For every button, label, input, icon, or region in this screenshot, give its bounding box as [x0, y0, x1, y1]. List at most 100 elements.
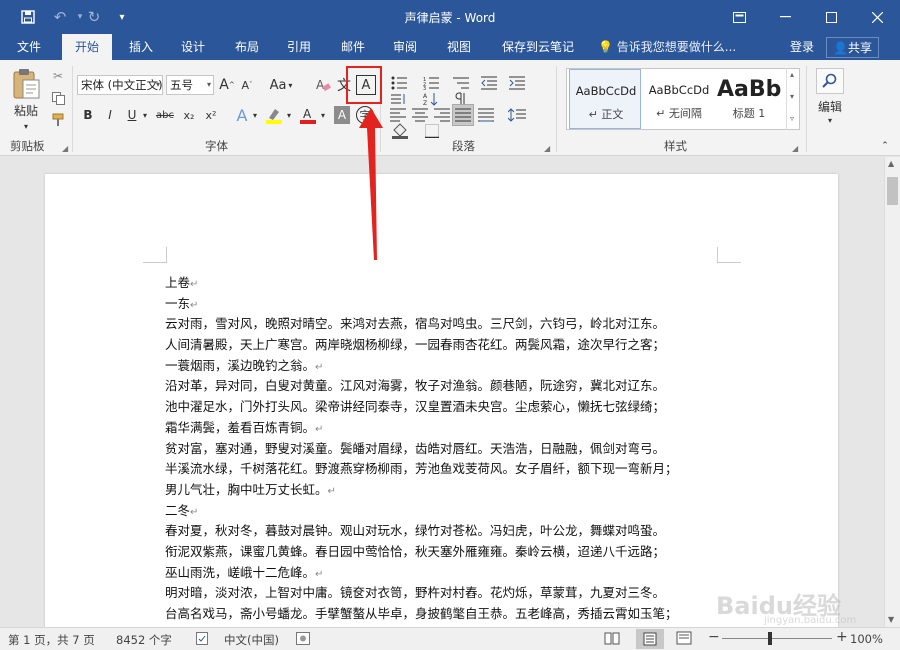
tab-review[interactable]: 审阅 — [380, 34, 430, 60]
style-heading-1[interactable]: AaBb 标题 1 — [713, 69, 785, 129]
strikethrough-button[interactable]: abc — [154, 106, 176, 124]
scroll-thumb[interactable] — [887, 177, 898, 205]
tell-me-text: 告诉我您想要做什么... — [616, 40, 737, 54]
doc-line: 一蓑烟雨，溪边晚钓之翁。↵ — [165, 357, 324, 373]
person-icon: 👤 — [833, 41, 848, 55]
tab-mailings[interactable]: 邮件 — [328, 34, 378, 60]
editing-label[interactable]: 编辑 — [812, 98, 848, 114]
font-size-value: 五号 — [170, 78, 193, 92]
tab-cloud-notes[interactable]: 保存到云笔记 — [492, 34, 584, 60]
language-status[interactable]: 中文(中国) — [224, 632, 279, 648]
document-page[interactable]: 上卷↵ 一东↵ 云对雨，雪对风，晚照对晴空。来鸿对去燕，宿鸟对鸣虫。三尺剑，六钧… — [45, 174, 838, 634]
proofing-icon[interactable] — [196, 632, 210, 648]
font-group-label: 字体 — [205, 139, 228, 153]
chevron-down-icon[interactable]: ▾ — [790, 92, 794, 101]
paste-label[interactable]: 粘贴 — [6, 102, 46, 118]
login-link[interactable]: 登录 — [790, 34, 814, 60]
paste-icon[interactable] — [8, 66, 44, 102]
maximize-button[interactable] — [808, 0, 854, 34]
zoom-slider[interactable] — [722, 638, 832, 639]
italic-button[interactable]: I — [102, 106, 118, 124]
word-count[interactable]: 8452 个字 — [116, 632, 172, 648]
cut-icon[interactable]: ✂ — [50, 68, 66, 84]
clear-formatting-icon[interactable]: A — [312, 74, 334, 96]
paste-dropdown-icon[interactable]: ▾ — [12, 120, 40, 132]
highlight-dropdown-icon[interactable]: ▾ — [284, 104, 294, 126]
paragraph-group-label: 段落 — [452, 139, 475, 153]
ribbon-divider — [72, 66, 73, 152]
scroll-up-icon[interactable]: ▲ — [888, 159, 894, 168]
font-size-select[interactable]: 五号 ▾ — [166, 75, 214, 95]
tab-file[interactable]: 文件 — [4, 34, 54, 60]
search-icon[interactable] — [816, 68, 844, 94]
minimize-button[interactable] — [762, 0, 808, 34]
distributed-icon[interactable] — [476, 106, 496, 124]
doc-line: 贫对富，塞对通，野叟对溪童。鬓皤对眉绿，齿皓对唇红。天浩浩，日融融，佩剑对弯弓。 — [165, 440, 666, 456]
tell-me-box[interactable]: 💡 告诉我您想要做什么... — [598, 34, 736, 60]
web-layout-icon[interactable] — [676, 631, 692, 648]
style-normal[interactable]: AaBbCcDd ↵ 正文 — [569, 69, 641, 129]
editing-dropdown-icon[interactable]: ▾ — [822, 114, 838, 126]
character-shading-icon[interactable]: A — [334, 106, 350, 124]
ribbon-display-icon[interactable] — [716, 0, 762, 34]
text-effects-icon[interactable]: A — [232, 104, 252, 126]
collapse-ribbon-icon[interactable]: ⌃ — [878, 140, 892, 152]
chevron-down-icon: ▾ — [155, 80, 160, 89]
underline-button[interactable]: U — [124, 106, 140, 124]
page-count[interactable]: 第 1 页，共 7 页 — [8, 632, 95, 648]
zoom-slider-thumb[interactable] — [768, 632, 772, 645]
justify-icon[interactable] — [452, 104, 474, 126]
document-body[interactable]: 上卷↵ 一东↵ 云对雨，雪对风，晚照对晴空。来鸿对去燕，宿鸟对鸣虫。三尺剑，六钧… — [165, 273, 725, 625]
tab-references[interactable]: 引用 — [274, 34, 324, 60]
doc-line: 沿对革，异对同，白叟对黄童。江风对海雾，牧子对渔翁。颜巷陋，阮途穷，冀北对辽东。 — [165, 378, 666, 394]
styles-gallery: AaBbCcDd ↵ 正文 AaBbCcDd ↵ 无间隔 AaBb 标题 1 — [566, 68, 800, 130]
tab-insert[interactable]: 插入 — [116, 34, 166, 60]
macro-record-icon[interactable] — [296, 632, 310, 648]
tab-home[interactable]: 开始 — [62, 34, 112, 60]
line-spacing-icon[interactable] — [506, 106, 528, 124]
styles-launcher-icon[interactable]: ◢ — [792, 144, 798, 153]
shrink-font-icon[interactable]: Aˇ — [238, 74, 256, 96]
more-styles-icon[interactable]: ▿ — [790, 114, 794, 123]
font-name-select[interactable]: 宋体 (中文正文) ▾ — [77, 75, 163, 95]
read-mode-icon[interactable] — [604, 631, 620, 648]
svg-text:A: A — [316, 78, 325, 92]
format-painter-icon[interactable] — [50, 112, 66, 128]
subscript-button[interactable]: x₂ — [180, 106, 198, 124]
tab-view[interactable]: 视图 — [434, 34, 484, 60]
tab-layout[interactable]: 布局 — [222, 34, 272, 60]
underline-dropdown-icon[interactable]: ▾ — [140, 106, 150, 124]
decrease-indent-icon[interactable] — [478, 74, 500, 92]
tab-design[interactable]: 设计 — [168, 34, 218, 60]
clipboard-launcher-icon[interactable]: ◢ — [62, 144, 68, 153]
grow-font-icon[interactable]: A ^ — [218, 74, 236, 96]
close-button[interactable] — [854, 0, 900, 34]
zoom-out-icon[interactable]: − — [708, 629, 720, 645]
bold-button[interactable]: B — [80, 106, 96, 124]
doc-line: 霜华满鬓，羞看百炼青铜。↵ — [165, 419, 324, 435]
highlight-icon[interactable] — [264, 104, 284, 126]
font-color-dropdown-icon[interactable]: ▾ — [318, 104, 328, 126]
ribbon-tabs: 文件 开始 插入 设计 布局 引用 邮件 审阅 视图 保存到云笔记 💡 告诉我您… — [0, 34, 900, 60]
zoom-in-icon[interactable]: + — [836, 629, 848, 645]
font-color-icon[interactable]: A — [298, 104, 318, 126]
change-case-button[interactable]: Aa ▾ — [266, 74, 296, 96]
style-no-spacing[interactable]: AaBbCcDd ↵ 无间隔 — [643, 69, 715, 129]
shading-icon[interactable] — [388, 122, 412, 140]
paragraph-launcher-icon[interactable]: ◢ — [544, 144, 550, 153]
share-button[interactable]: 👤共享 — [826, 37, 879, 58]
copy-icon[interactable] — [50, 90, 66, 106]
increase-indent-icon[interactable] — [506, 74, 528, 92]
annotation-arrow-icon — [359, 108, 383, 260]
vertical-scrollbar[interactable]: ▲ ▼ — [884, 157, 900, 627]
watermark-url: jingyan.baidu.com — [764, 615, 857, 626]
font-name-value: 宋体 (中文正文) — [81, 78, 163, 92]
print-layout-icon[interactable] — [636, 629, 664, 649]
doc-line: 男儿气壮，胸中吐万丈长虹。↵ — [165, 481, 336, 497]
zoom-level[interactable]: 100% — [850, 632, 883, 646]
text-effects-dropdown-icon[interactable]: ▾ — [250, 104, 260, 126]
superscript-button[interactable]: x² — [202, 106, 220, 124]
borders-icon[interactable] — [420, 122, 444, 140]
scroll-down-icon[interactable]: ▼ — [888, 615, 894, 624]
chevron-up-icon[interactable]: ▴ — [790, 70, 794, 79]
